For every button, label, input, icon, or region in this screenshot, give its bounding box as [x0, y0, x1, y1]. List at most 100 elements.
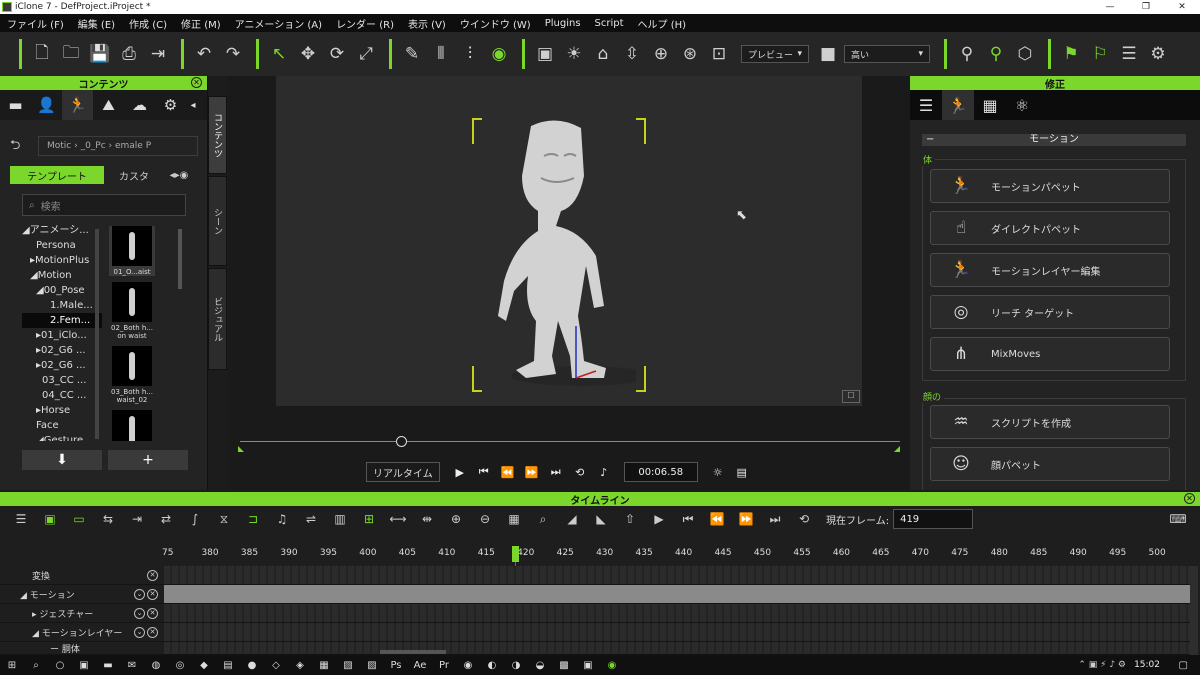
tree-item[interactable]: Face [22, 418, 102, 433]
taskbar-app-icon[interactable]: ▨ [360, 660, 384, 671]
jump-end-icon[interactable]: ⏭ [544, 465, 568, 479]
clipboard-icon[interactable]: ☰ [1116, 41, 1142, 67]
export-clip-icon[interactable]: ⇧ [619, 512, 641, 526]
tree-scrollbar[interactable] [95, 229, 99, 439]
add-track-icon[interactable]: ⊕ [445, 512, 467, 526]
menu-create[interactable]: 作成 (C) [122, 16, 174, 31]
track-torso[interactable]: ー 胴体 [0, 642, 164, 655]
menu-help[interactable]: ヘルプ (H) [631, 16, 694, 31]
track-lane[interactable] [164, 642, 1190, 655]
taskbar-app-icon[interactable]: ◑ [504, 660, 528, 671]
move-icon[interactable]: ✥ [295, 41, 321, 67]
notification-icon[interactable]: ▢ [1179, 660, 1188, 671]
frame-select-icon[interactable]: ⊡ [706, 41, 732, 67]
track-motion[interactable]: ◢ モーション ⌄ ✕ [0, 585, 164, 604]
tree-item[interactable]: ▸Horse [22, 403, 102, 418]
timeline-settings-icon[interactable]: ⌨ [1167, 512, 1189, 526]
menu-window[interactable]: ウインドウ (W) [453, 16, 538, 31]
character-model[interactable] [486, 116, 636, 396]
after-effects-icon[interactable]: Ae [408, 660, 432, 671]
pick-icon[interactable]: ✎ [399, 41, 425, 67]
scene-icon[interactable]: ⛰ [93, 90, 124, 120]
track-gesture[interactable]: ▸ ジェスチャー ⌄ ✕ [0, 604, 164, 623]
prop-icon[interactable]: ⚲ [954, 41, 980, 67]
thumbnail-item[interactable]: 02_Both h... on waist [109, 282, 155, 340]
remove-track-icon[interactable]: ⊖ [474, 512, 496, 526]
export-icon[interactable]: ⎙ [116, 41, 142, 67]
current-frame-input[interactable]: 419 [893, 509, 974, 529]
align-right-icon[interactable]: ◣ [590, 512, 612, 526]
fit-range-icon[interactable]: ⊞ [358, 512, 380, 526]
menu-view[interactable]: 表示 (V) [401, 16, 453, 31]
menu-script[interactable]: Script [588, 18, 631, 29]
rotate-icon[interactable]: ⟳ [324, 41, 350, 67]
track-list-icon[interactable]: ☰ [10, 512, 32, 526]
prev-frame-icon[interactable]: ⏪ [496, 466, 520, 479]
taskbar-clock[interactable]: 15:02 [1134, 660, 1160, 670]
exit-icon[interactable]: ⇥ [145, 41, 171, 67]
music-list-icon[interactable]: ♫ [271, 512, 293, 526]
camera-icon[interactable]: ■ [815, 41, 841, 67]
sliders-icon[interactable]: ☰ [910, 90, 942, 120]
light-icon[interactable]: ☀ [561, 41, 587, 67]
motion-layer-edit-button[interactable]: 🏃 モーションレイヤー編集 [930, 253, 1170, 287]
range-end-marker[interactable] [894, 446, 900, 452]
open-folder-icon[interactable]: 🗀 [58, 41, 84, 67]
minimize-button[interactable]: — [1092, 0, 1128, 14]
thumbnail-scrollbar[interactable] [178, 229, 182, 289]
search-input[interactable]: ⌕ 検索 [22, 194, 186, 216]
menu-animation[interactable]: アニメーション (A) [228, 16, 329, 31]
tree-item[interactable]: 04_CC ... [22, 388, 102, 403]
mixmoves-button[interactable]: ⋔ MixMoves [930, 337, 1170, 371]
sun-settings-icon[interactable]: ☼ [706, 466, 730, 479]
premiere-icon[interactable]: Pr [432, 660, 456, 671]
physics-icon[interactable]: ⚑ [1058, 41, 1084, 67]
tl-next-icon[interactable]: ⏩ [735, 512, 757, 526]
media-reel-icon[interactable]: ⚙ [155, 90, 186, 120]
tree-item[interactable]: Persona [22, 238, 102, 253]
new-file-icon[interactable]: 🗋 [29, 41, 55, 67]
motion-runner-icon[interactable]: 🏃 [942, 90, 974, 120]
tl-prev-icon[interactable]: ⏪ [706, 512, 728, 526]
timeline-scrollbar[interactable] [1190, 566, 1198, 655]
taskbar-app-icon[interactable]: ◈ [288, 660, 312, 671]
tree-item[interactable]: ▸02_G6 ... [22, 358, 102, 373]
home-icon[interactable]: ⌂ [590, 41, 616, 67]
tree-item[interactable]: 1.Male... [22, 298, 102, 313]
photoshop-icon[interactable]: Ps [384, 660, 408, 671]
select-arrow-icon[interactable]: ↖ [266, 41, 292, 67]
tree-item[interactable]: 03_CC ... [22, 373, 102, 388]
taskbar-app-icon[interactable]: ▣ [72, 660, 96, 671]
track-motion-layer[interactable]: ◢ モーションレイヤー ⌄ ✕ [0, 623, 164, 642]
menu-edit[interactable]: 編集 (E) [71, 16, 122, 31]
taskbar-app-icon[interactable]: ▧ [336, 660, 360, 671]
jump-start-icon[interactable]: ⏮ [472, 465, 496, 479]
track-lane[interactable] [164, 623, 1190, 642]
chevron-down-icon[interactable]: ⌄ [134, 607, 145, 619]
close-icon[interactable]: ✕ [191, 77, 202, 88]
fit-icon[interactable]: ⇳ [619, 41, 645, 67]
key-filter-icon[interactable]: ▣ [39, 512, 61, 526]
ripple-icon[interactable]: ⇆ [97, 512, 119, 526]
tab-visual[interactable]: ビジュアル [208, 268, 227, 370]
checker-material-icon[interactable]: ▦ [974, 90, 1006, 120]
chevron-down-icon[interactable]: ⌄ [134, 588, 145, 600]
track-lane[interactable] [164, 566, 1190, 585]
direct-puppet-button[interactable]: ☝ ダイレクトパペット [930, 211, 1170, 245]
maximize-button[interactable]: ❐ [1128, 0, 1164, 14]
thumbnail-item[interactable]: 01_O...aist [109, 226, 155, 276]
clip-filter-icon[interactable]: ▭ [68, 512, 90, 526]
mail-icon[interactable]: ✉ [120, 660, 144, 671]
close-icon[interactable]: ✕ [1184, 493, 1195, 504]
close-icon[interactable]: ✕ [147, 588, 158, 600]
transition-icon[interactable]: ⇌ [300, 512, 322, 526]
taskbar-app-icon[interactable]: ▩ [552, 660, 576, 671]
align-icon[interactable]: ⫴ [428, 41, 454, 67]
project-folder-icon[interactable]: ▬ [0, 90, 31, 120]
camera-move-icon[interactable]: ⊕ [648, 41, 674, 67]
taskbar-app-icon[interactable]: ▤ [216, 660, 240, 671]
grid-icon[interactable]: ▦ [503, 512, 525, 526]
playback-slider[interactable] [240, 434, 900, 450]
tab-template[interactable]: テンプレート [10, 166, 104, 184]
music-note-icon[interactable]: ♪ [592, 466, 616, 479]
